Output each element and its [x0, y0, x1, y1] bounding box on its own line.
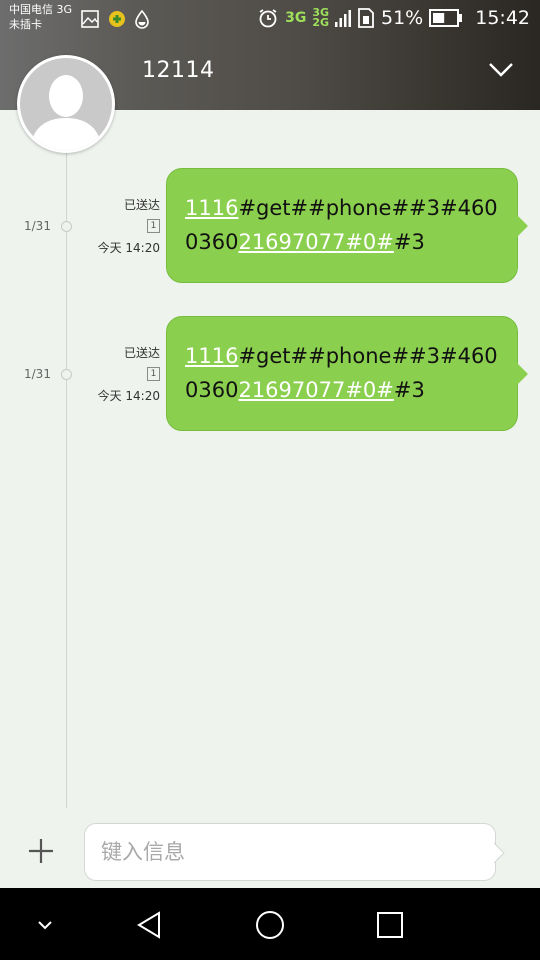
- droplet-icon: [135, 9, 149, 29]
- timeline-dot: [61, 369, 72, 380]
- battery-percent: 51%: [381, 7, 424, 29]
- input-tail: [494, 843, 505, 863]
- network-type-3g: 3G: [285, 10, 307, 26]
- message-meta: 已送达 1 今天 14:20: [98, 196, 160, 256]
- sim-icon: [358, 8, 374, 28]
- message-link[interactable]: 1116: [185, 344, 238, 368]
- sim-card-badge: 1: [147, 219, 160, 233]
- message-meta: 已送达 1 今天 14:20: [98, 344, 160, 404]
- message-text: #3: [393, 378, 425, 402]
- image-icon: [81, 10, 99, 28]
- message-bubble[interactable]: 1116#get##phone##3#460036021697077#0##3: [166, 316, 528, 431]
- back-icon[interactable]: [133, 908, 167, 942]
- chevron-down-icon[interactable]: [486, 58, 516, 82]
- carrier-name: 中国电信 3G: [9, 3, 73, 16]
- message-time: 今天 14:20: [97, 389, 160, 403]
- network-stack: 3G 2G: [312, 7, 329, 29]
- status-right: 3G 3G 2G 51% 15:42: [257, 7, 530, 29]
- clock: 15:42: [475, 7, 530, 29]
- message-link[interactable]: 21697077#0#: [238, 230, 393, 254]
- avatar-placeholder: [20, 58, 112, 150]
- carrier-info: 中国电信 3G 未插卡: [9, 2, 72, 32]
- message-link[interactable]: 21697077#0#: [238, 378, 393, 402]
- signal-icon: [335, 10, 351, 27]
- message-date: 1/31: [24, 219, 51, 233]
- message-row: 1/31 已送达 1 今天 14:20 1116#get##phone##3#4…: [0, 168, 540, 288]
- battery-icon: [429, 9, 463, 27]
- sim-status: 未插卡: [9, 18, 42, 31]
- message-link[interactable]: 1116: [185, 196, 238, 220]
- status-bar: 中国电信 3G 未插卡 3G 3G 2G 51% 15:42: [0, 0, 540, 38]
- recents-icon[interactable]: [373, 908, 407, 942]
- message-bubble[interactable]: 1116#get##phone##3#460036021697077#0##3: [166, 168, 528, 283]
- message-input[interactable]: [84, 823, 496, 881]
- delivery-status: 已送达: [123, 346, 160, 360]
- contact-avatar[interactable]: [17, 55, 115, 153]
- message-row: 1/31 已送达 1 今天 14:20 1116#get##phone##3#4…: [0, 316, 540, 436]
- person-silhouette-icon: [30, 75, 102, 150]
- message-text: #3: [393, 230, 425, 254]
- compose-bar: [0, 810, 540, 888]
- app-badge-icon: [109, 11, 125, 27]
- hide-keyboard-icon[interactable]: [28, 908, 62, 942]
- timeline-dot: [61, 221, 72, 232]
- contact-title[interactable]: 12114: [142, 58, 215, 83]
- alarm-icon: [259, 9, 277, 28]
- network-stack-bottom: 2G: [312, 16, 329, 29]
- message-time: 今天 14:20: [97, 241, 160, 255]
- sim-card-badge: 1: [147, 367, 160, 381]
- navigation-bar: [0, 888, 540, 960]
- add-attachment-icon[interactable]: [26, 836, 56, 866]
- message-date: 1/31: [24, 367, 51, 381]
- delivery-status: 已送达: [123, 198, 160, 212]
- home-icon[interactable]: [253, 908, 287, 942]
